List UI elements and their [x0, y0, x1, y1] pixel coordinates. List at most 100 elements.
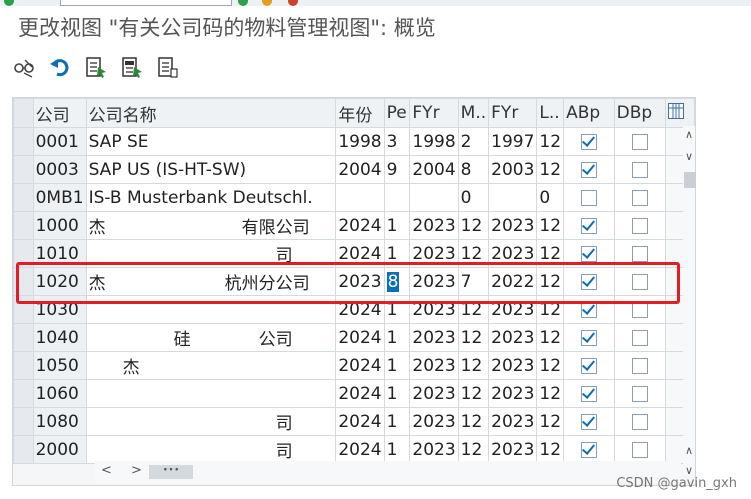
dbp-checkbox[interactable] [631, 301, 648, 318]
row-selector[interactable] [13, 267, 34, 296]
horizontal-scrollbar[interactable]: < > ∙∙∙ [95, 461, 681, 483]
table-cell-l[interactable]: 12 [536, 351, 565, 380]
dbp-checkbox[interactable] [631, 385, 648, 402]
column-settings-header[interactable] [664, 98, 695, 128]
table-cell-name[interactable]: 硅 公司 [85, 323, 337, 352]
row-selector[interactable] [13, 295, 34, 324]
abp-checkbox[interactable] [580, 273, 597, 290]
table-cell-fyr2[interactable] [488, 183, 538, 212]
row-selector[interactable] [13, 379, 34, 408]
table-cell-fyr2[interactable]: 1997 [488, 127, 538, 156]
table-cell-m[interactable]: 12 [457, 435, 490, 464]
row-selector[interactable] [13, 211, 34, 240]
table-cell-m[interactable]: 12 [457, 379, 490, 408]
column-header[interactable]: 年份 [335, 98, 385, 128]
table-cell-name[interactable]: 司 [85, 239, 337, 268]
abp-checkbox[interactable] [580, 217, 597, 234]
scroll-down-icon[interactable]: ∨ [683, 150, 695, 164]
column-header[interactable]: M.. [457, 98, 490, 128]
table-cell-m[interactable]: 12 [457, 239, 490, 268]
dbp-checkbox[interactable] [631, 329, 648, 346]
column-header[interactable]: 公司 [32, 98, 87, 128]
row-selector[interactable] [13, 155, 34, 184]
table-cell-l[interactable]: 12 [536, 407, 565, 436]
focused-value[interactable]: 8 [386, 271, 400, 292]
row-selector[interactable] [13, 323, 34, 352]
table-cell-year[interactable] [335, 183, 385, 212]
table-row[interactable]: 1060 2024 1 2023 12 2023 12 [13, 379, 695, 408]
table-cell-fyr[interactable]: 2023 [409, 435, 459, 464]
table-cell-year[interactable]: 2024 [335, 351, 385, 380]
table-cell-name[interactable] [85, 379, 337, 408]
table-cell-fyr[interactable]: 2023 [409, 295, 459, 324]
table-cell-name[interactable]: 杰 有限公司 [85, 211, 337, 240]
table-cell-l[interactable]: 12 [536, 155, 565, 184]
table-row[interactable]: 1030 2024 1 2023 12 2023 12 [13, 295, 695, 324]
table-cell-m[interactable]: 12 [457, 407, 490, 436]
select-all-header[interactable] [13, 98, 34, 128]
display-change-button[interactable] [10, 53, 38, 81]
table-cell-pe[interactable]: 1 [383, 379, 411, 408]
scroll-thumb[interactable]: ∙∙∙ [149, 465, 193, 479]
column-header[interactable]: FYr [488, 98, 538, 128]
table-cell-name[interactable]: SAP US (IS-HT-SW) [85, 155, 337, 184]
table-cell-year[interactable]: 2024 [335, 323, 385, 352]
table-cell-m[interactable]: 12 [457, 351, 490, 380]
table-row[interactable]: 0003 SAP US (IS-HT-SW) 2004 9 2004 8 2003 12 [13, 155, 695, 184]
table-cell-pe[interactable]: 8 [383, 267, 411, 296]
scroll-left-icon[interactable]: < [101, 463, 112, 478]
table-cell-fyr2[interactable]: 2023 [488, 407, 538, 436]
table-cell-m[interactable]: 8 [457, 155, 490, 184]
table-cell-m[interactable]: 0 [457, 183, 490, 212]
column-header[interactable]: DBp [613, 98, 666, 128]
table-row[interactable]: 2000 司 2024 1 2023 12 2023 12 [13, 435, 695, 464]
table-cell-name[interactable]: 杰 [85, 351, 337, 380]
table-cell-pe[interactable]: 1 [383, 323, 411, 352]
abp-checkbox[interactable] [580, 441, 597, 458]
abp-checkbox[interactable] [580, 161, 597, 178]
table-cell-fyr[interactable]: 2004 [409, 155, 459, 184]
table-cell-m[interactable]: 7 [457, 267, 490, 296]
table-cell-fyr[interactable]: 1998 [409, 127, 459, 156]
table-cell-year[interactable]: 2024 [335, 295, 385, 324]
table-cell-fyr[interactable]: 2023 [409, 211, 459, 240]
table-cell-l[interactable]: 12 [536, 211, 565, 240]
table-cell-pe[interactable]: 9 [383, 155, 411, 184]
dbp-checkbox[interactable] [631, 133, 648, 150]
table-cell-fyr2[interactable]: 2023 [488, 239, 538, 268]
table-cell-pe[interactable]: 1 [383, 239, 411, 268]
table-row[interactable]: 1020 杰 杭州分公司 2023 8 2023 7 2022 12 [13, 267, 695, 296]
table-cell-pe[interactable]: 1 [383, 435, 411, 464]
table-cell-l[interactable]: 12 [536, 435, 565, 464]
table-cell-fyr[interactable]: 2023 [409, 239, 459, 268]
scroll-up-icon[interactable]: ∧ [683, 444, 695, 458]
row-selector[interactable] [13, 183, 34, 212]
dbp-checkbox[interactable] [631, 273, 648, 290]
table-cell-fyr[interactable]: 2023 [409, 379, 459, 408]
table-cell-fyr[interactable]: 2023 [409, 351, 459, 380]
table-row[interactable]: 1080 司 2024 1 2023 12 2023 12 [13, 407, 695, 436]
row-selector[interactable] [13, 351, 34, 380]
abp-checkbox[interactable] [580, 189, 597, 206]
row-selector[interactable] [13, 239, 34, 268]
table-cell-name[interactable]: 杰 杭州分公司 [85, 267, 337, 296]
table-cell-l[interactable]: 12 [536, 239, 565, 268]
table-cell-name[interactable]: IS-B Musterbank Deutschl. [85, 183, 337, 212]
deselect-all-button[interactable] [154, 53, 182, 81]
dbp-checkbox[interactable] [631, 413, 648, 430]
table-cell-m[interactable]: 12 [457, 323, 490, 352]
table-cell-fyr2[interactable]: 2023 [488, 295, 538, 324]
table-cell-name[interactable]: SAP SE [85, 127, 337, 156]
table-row[interactable]: 1010 司 2024 1 2023 12 2023 12 [13, 239, 695, 268]
table-row[interactable]: 0MB1 IS-B Musterbank Deutschl. 0 0 [13, 183, 695, 212]
table-cell-fyr2[interactable]: 2023 [488, 211, 538, 240]
column-header[interactable]: ABp [563, 98, 615, 128]
table-cell-m[interactable]: 12 [457, 295, 490, 324]
command-field[interactable] [60, 0, 232, 6]
column-header[interactable]: Pe [383, 98, 411, 128]
table-cell-year[interactable]: 2024 [335, 379, 385, 408]
table-cell-fyr2[interactable]: 2022 [488, 267, 538, 296]
row-selector[interactable] [13, 407, 34, 436]
table-cell-name[interactable] [85, 295, 337, 324]
table-cell-l[interactable]: 0 [536, 183, 565, 212]
